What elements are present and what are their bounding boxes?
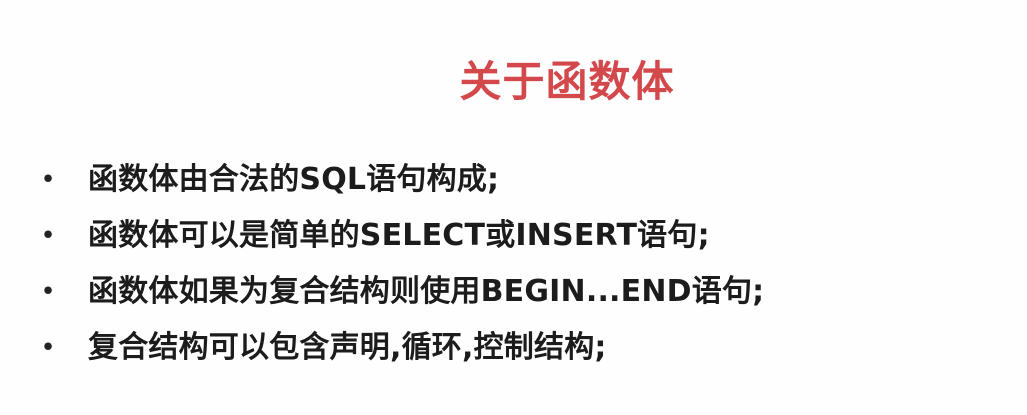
bullet-dot-icon: •: [40, 165, 56, 195]
bullet-dot-icon: •: [40, 277, 56, 307]
bullet-dot-icon: •: [40, 333, 56, 363]
bullet-dot-icon: •: [40, 221, 56, 251]
bullet-text: 函数体可以是简单的SELECT或INSERT语句;: [88, 218, 710, 253]
bullet-text: 复合结构可以包含声明,循环,控制结构;: [88, 330, 607, 365]
slide: 关于函数体 • 函数体由合法的SQL语句构成; • 函数体可以是简单的SELEC…: [0, 0, 1027, 415]
bullet-text: 函数体如果为复合结构则使用BEGIN...END语句;: [88, 274, 765, 309]
slide-title: 关于函数体: [459, 57, 675, 106]
bullet-text: 函数体由合法的SQL语句构成;: [88, 162, 500, 197]
